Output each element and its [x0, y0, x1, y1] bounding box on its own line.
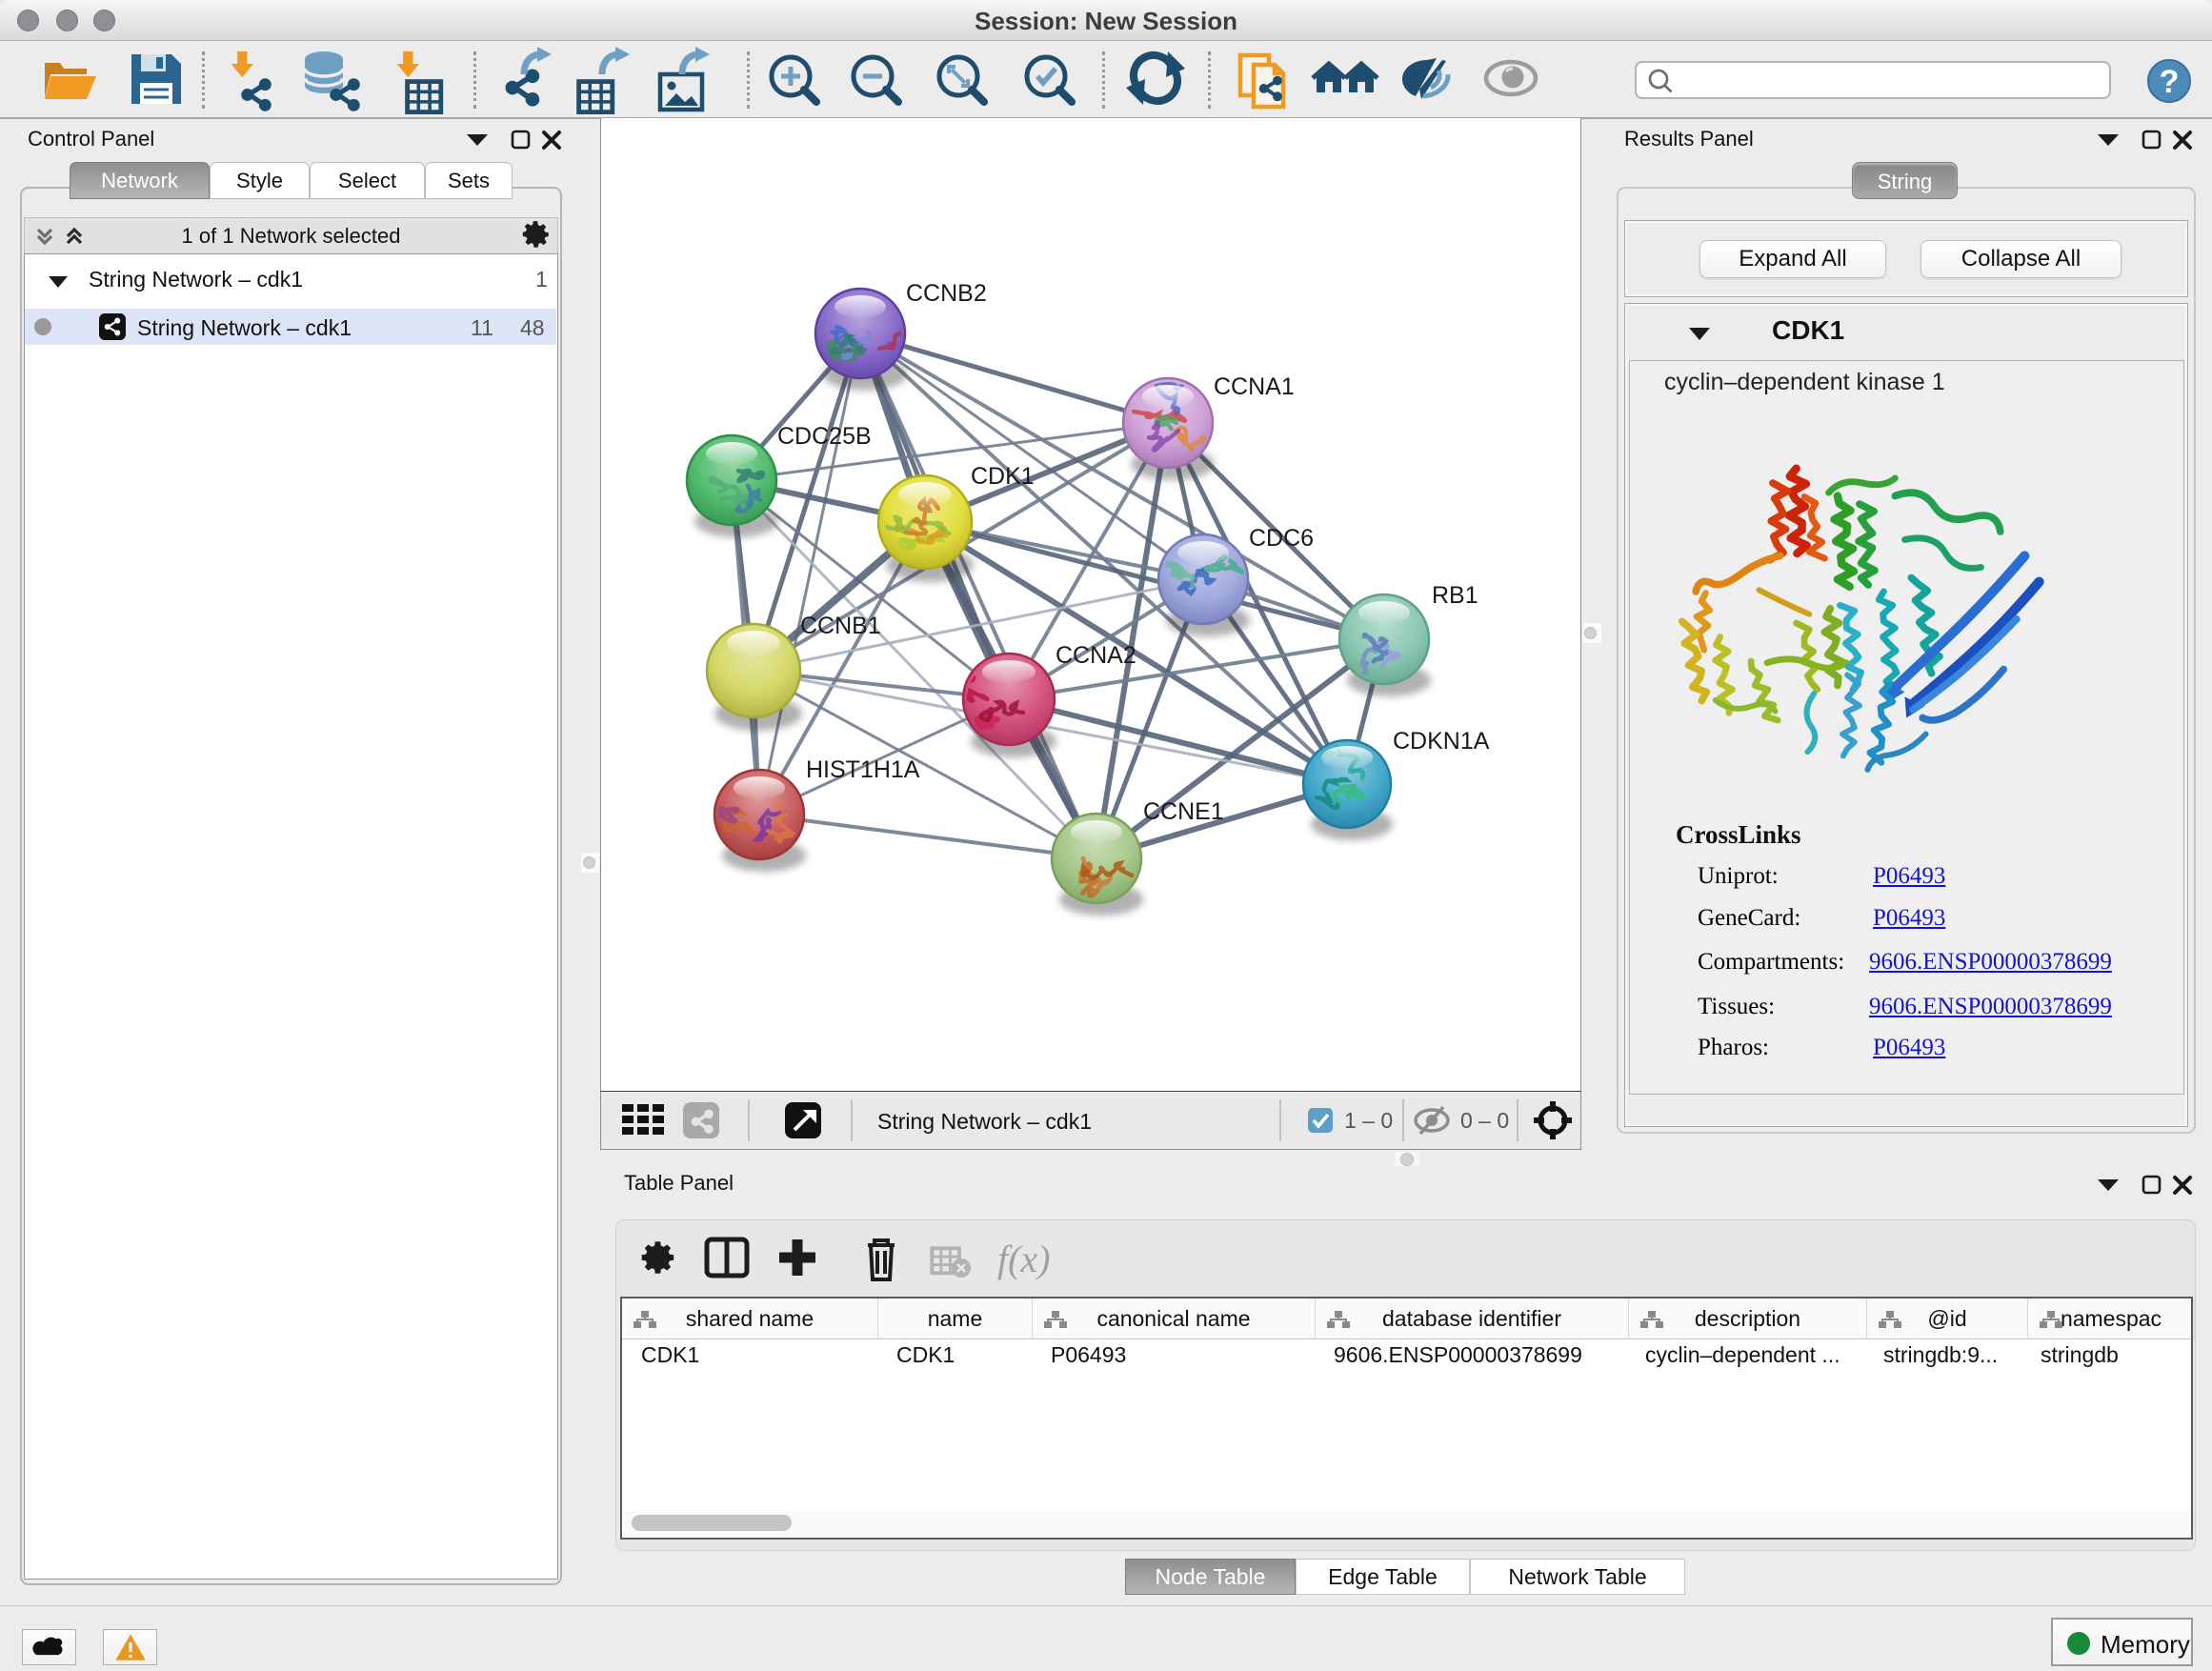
- svg-text:CDC25B: CDC25B: [777, 423, 872, 450]
- svg-text:CCNB1: CCNB1: [800, 613, 881, 639]
- svg-text:CCNB2: CCNB2: [906, 280, 987, 307]
- svg-text:CCNA2: CCNA2: [1056, 642, 1136, 669]
- svg-text:1 – 0: 1 – 0: [1344, 1108, 1393, 1133]
- svg-text:CCNE1: CCNE1: [1143, 798, 1224, 825]
- svg-text:CDKN1A: CDKN1A: [1393, 728, 1490, 755]
- svg-text:CCNA1: CCNA1: [1214, 373, 1295, 400]
- svg-text:CDK1: CDK1: [971, 463, 1035, 490]
- svg-text:0 – 0: 0 – 0: [1460, 1108, 1509, 1133]
- svg-text:RB1: RB1: [1432, 582, 1478, 609]
- svg-text:HIST1H1A: HIST1H1A: [806, 756, 920, 783]
- svg-text:CDC6: CDC6: [1249, 525, 1314, 552]
- svg-text:String Network – cdk1: String Network – cdk1: [877, 1109, 1092, 1134]
- svg-text:f(x): f(x): [997, 1238, 1051, 1280]
